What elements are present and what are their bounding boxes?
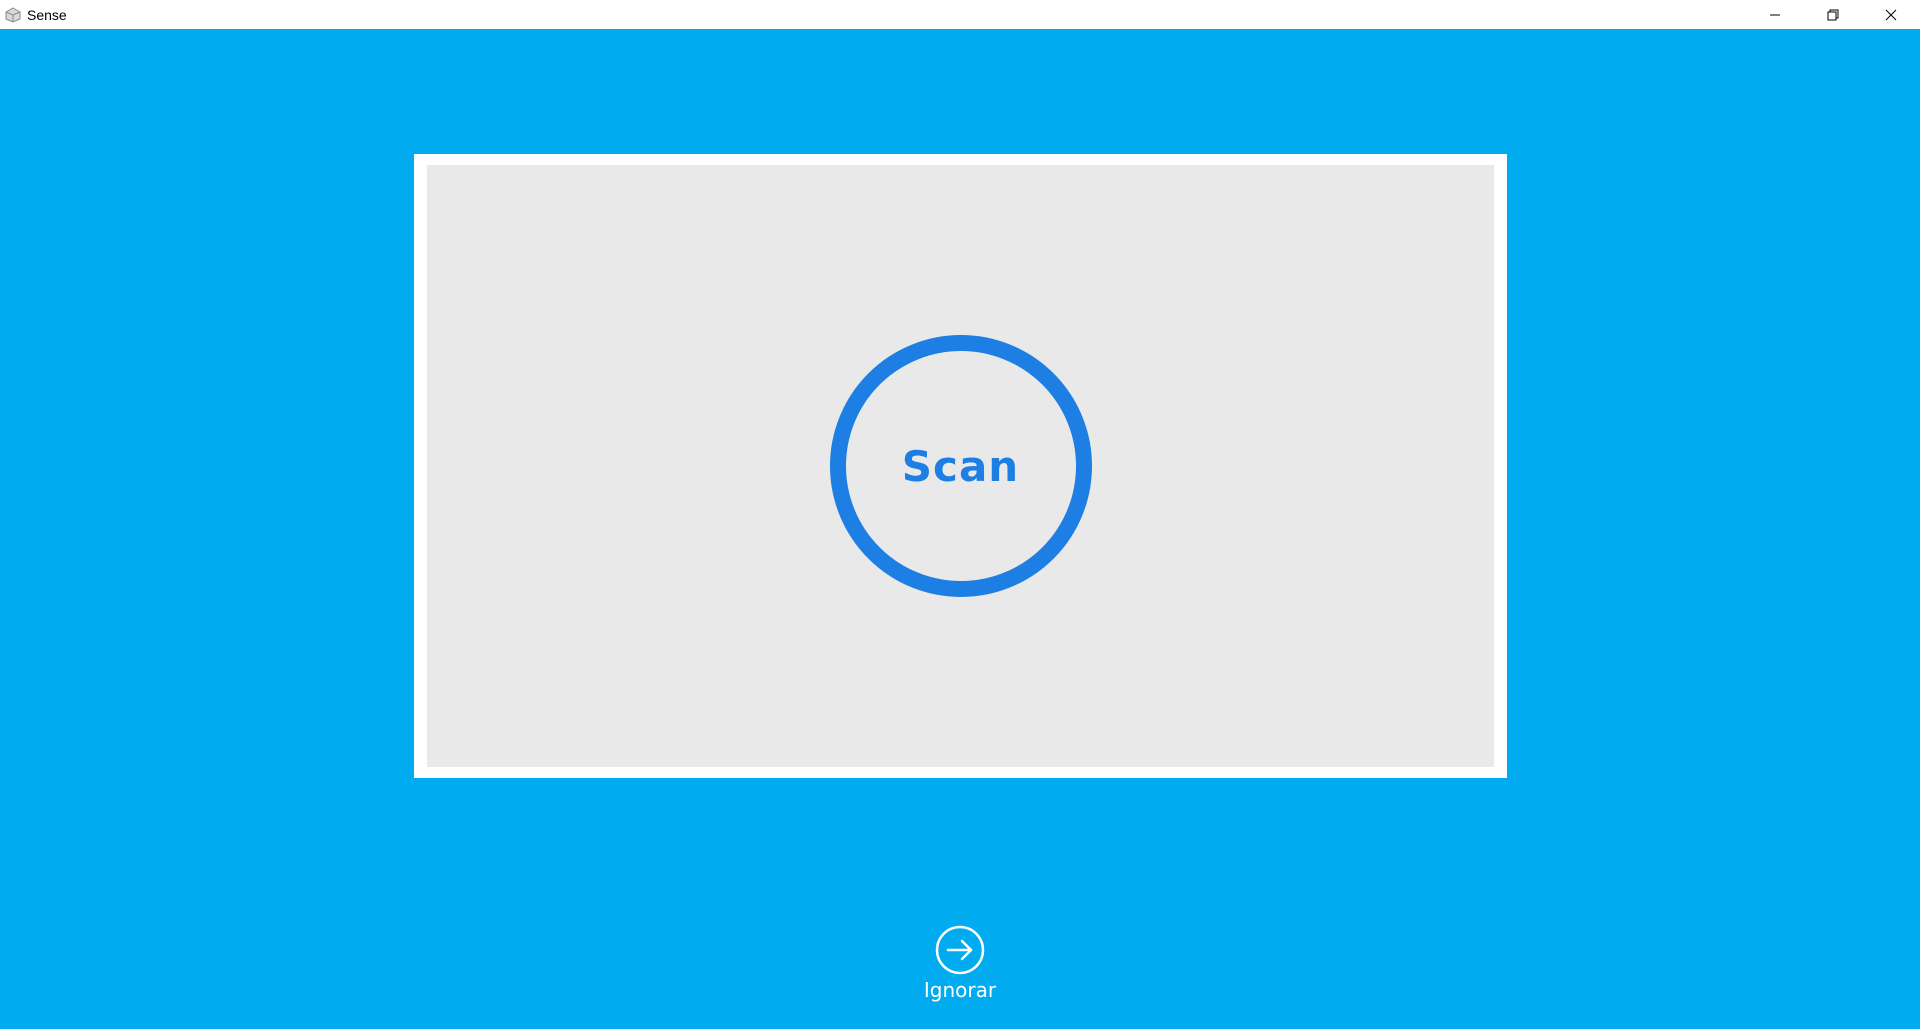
window-controls	[1746, 0, 1920, 29]
scan-frame: Scan	[414, 154, 1507, 778]
skip-label: Ignorar	[923, 978, 997, 1002]
minimize-button[interactable]	[1746, 0, 1804, 29]
sense-cube-icon	[4, 6, 22, 24]
scan-label: Scan	[901, 441, 1020, 491]
close-button[interactable]	[1862, 0, 1920, 29]
app-window: Sense Scan Ignorar	[0, 0, 1920, 1029]
close-icon	[1885, 9, 1897, 20]
restore-button[interactable]	[1804, 0, 1862, 29]
arrow-right-circle-icon	[935, 925, 985, 975]
skip-button[interactable]: Ignorar	[910, 924, 1010, 1002]
minimize-icon	[1770, 14, 1780, 15]
scan-button[interactable]: Scan	[829, 335, 1092, 597]
window-title: Sense	[27, 6, 67, 23]
restore-icon	[1827, 9, 1839, 20]
scan-preview-area: Scan	[427, 165, 1494, 767]
title-bar[interactable]: Sense	[0, 0, 1920, 29]
